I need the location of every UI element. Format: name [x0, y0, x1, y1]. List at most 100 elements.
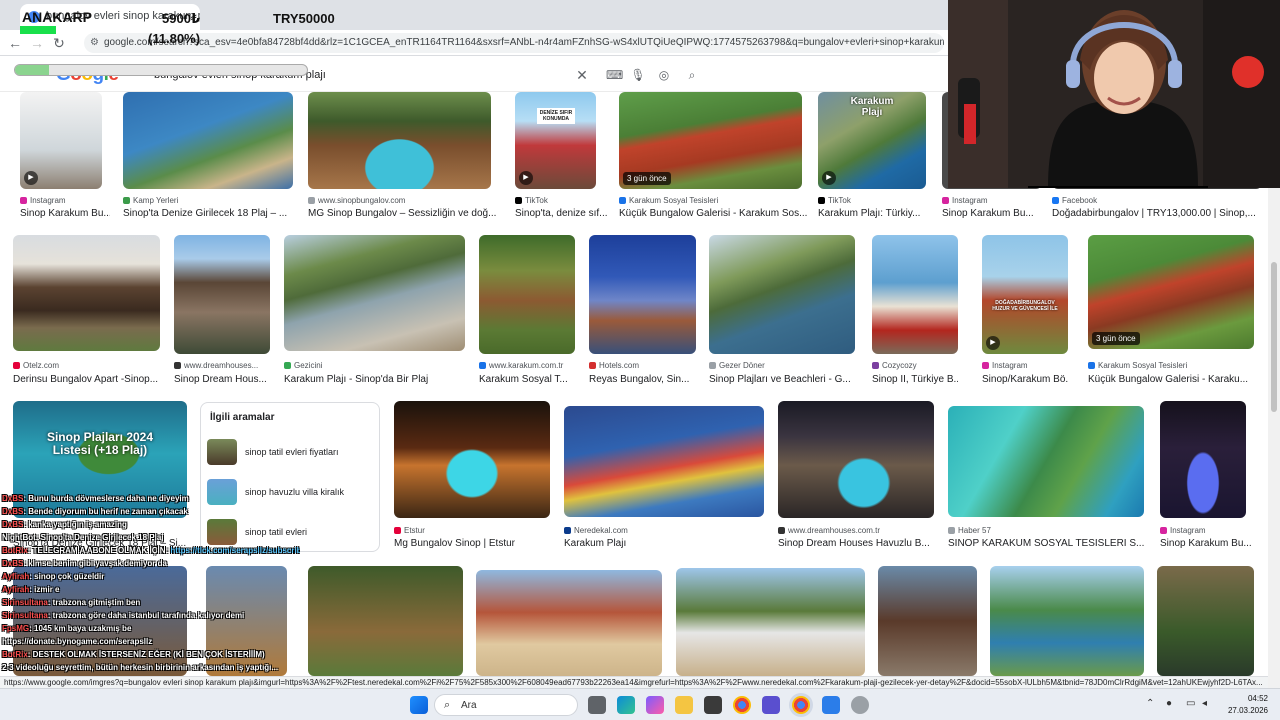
- start-icon[interactable]: [410, 696, 428, 714]
- microphone-tray-icon[interactable]: ●: [1166, 698, 1172, 709]
- taskbar-search-label: Ara: [461, 700, 477, 711]
- task-view-icon[interactable]: [588, 696, 606, 714]
- result-title[interactable]: Reyas Bungalov, Sin...: [589, 374, 696, 385]
- network-icon[interactable]: ▭: [1186, 698, 1195, 709]
- chat-message: NightBot: Sinop'ta Denize Girilecek 18 P…: [2, 533, 164, 542]
- result-thumbnail[interactable]: 3 gün önce: [1088, 235, 1254, 349]
- result-source: Gezer Döner: [719, 361, 765, 370]
- result-thumbnail[interactable]: [878, 566, 977, 676]
- result-title[interactable]: Karakum Plajı: [564, 538, 764, 549]
- result-title[interactable]: Sinop'ta, denize sıf...: [515, 208, 610, 219]
- chat-username: DxBS: [2, 494, 24, 503]
- result-thumbnail[interactable]: [284, 235, 465, 351]
- result-thumbnail[interactable]: [476, 570, 662, 676]
- store-icon[interactable]: [704, 696, 722, 714]
- search-icon: ⌕: [444, 699, 451, 711]
- result-thumbnail[interactable]: [564, 406, 764, 517]
- edge-icon[interactable]: [617, 696, 635, 714]
- result-title[interactable]: Küçük Bungalow Galerisi - Karakum Sos...: [619, 208, 809, 219]
- app-icon[interactable]: [822, 696, 840, 714]
- site-icon: [564, 527, 571, 534]
- result-title[interactable]: Küçük Bungalow Galerisi - Karaku...: [1088, 374, 1254, 385]
- overlay-percent: (11.80%): [148, 31, 201, 46]
- chat-link[interactable]: https://tlck.com/serapsllz/subscribe: [170, 546, 300, 555]
- result-title[interactable]: Sinop Dream Houses Havuzlu B...: [778, 538, 934, 549]
- settings-icon[interactable]: [851, 696, 869, 714]
- result-title[interactable]: Sinop Karakum Bu...: [942, 208, 1042, 219]
- microphone-icon[interactable]: 🎙: [630, 67, 646, 83]
- result-source: www.sinopbungalov.com: [318, 196, 406, 205]
- search-icon[interactable]: ⌕: [684, 67, 700, 83]
- copilot-icon[interactable]: [646, 696, 664, 714]
- result-thumbnail[interactable]: [308, 566, 463, 676]
- video-play-icon: ▶: [986, 336, 1000, 350]
- result-title[interactable]: Sinop'ta Denize Girilecek 18 Plaj – ...: [123, 208, 293, 219]
- chevron-up-icon[interactable]: ⌃: [1146, 698, 1154, 709]
- result-thumbnail[interactable]: [479, 235, 575, 354]
- result-title[interactable]: Sinop Karakum Bu...: [1160, 538, 1260, 549]
- result-title[interactable]: Karakum Plajı - Sinop'da Bir Plaj: [284, 374, 465, 385]
- result-thumbnail[interactable]: 3 gün önce: [619, 92, 802, 189]
- result-title[interactable]: Sinop Plajları ve Beachleri - G...: [709, 374, 855, 385]
- result-title[interactable]: MG Sinop Bungalov – Sessizliğin ve doğ..…: [308, 208, 498, 219]
- site-icon: [778, 527, 785, 534]
- chat-username: BotRix: [2, 546, 28, 555]
- chat-text: : trabzona göre daha istanbul tarafında …: [47, 611, 245, 620]
- overlay-goal-amount: TRY50000: [273, 11, 335, 26]
- clock-time: 04:52: [1247, 694, 1268, 703]
- page-scrollbar[interactable]: [1268, 188, 1280, 688]
- file-explorer-icon[interactable]: [675, 696, 693, 714]
- chrome-active-icon[interactable]: [792, 696, 810, 714]
- result-title[interactable]: Sinop Dream Hous...: [174, 374, 270, 385]
- related-search-item[interactable]: sinop tatil evleri fiyatları: [207, 439, 375, 469]
- result-title[interactable]: Karakum Plajı: Türkiy...: [818, 208, 928, 219]
- result-thumbnail[interactable]: [394, 401, 550, 518]
- related-searches-heading: İlgili aramalar: [210, 412, 275, 423]
- result-thumbnail[interactable]: Karakum Plajı ▶: [818, 92, 926, 189]
- result-thumbnail[interactable]: [308, 92, 491, 189]
- chrome-icon[interactable]: [733, 696, 751, 714]
- result-thumbnail[interactable]: [123, 92, 293, 189]
- lens-icon[interactable]: ◎: [656, 67, 672, 83]
- stream-chat: DxBS: Bunu burda dövmeslerse daha ne diy…: [0, 494, 300, 690]
- instagram-icon: [942, 197, 949, 204]
- result-thumbnail[interactable]: ▶: [20, 92, 102, 189]
- result-title[interactable]: Sinop Karakum Bu...: [20, 208, 110, 219]
- chat-text: 2-3 videoluğu seyrettim, bütün herkesin …: [2, 663, 279, 672]
- clear-icon[interactable]: ✕: [574, 67, 590, 83]
- result-thumbnail[interactable]: [1157, 566, 1254, 676]
- result-thumbnail[interactable]: [589, 235, 696, 354]
- result-title[interactable]: Doğadabirbungalov | TRY13,000.00 | Sinop…: [1052, 208, 1262, 219]
- result-thumbnail[interactable]: [990, 566, 1144, 676]
- result-thumbnail[interactable]: [709, 235, 855, 354]
- result-source: Instagram: [30, 196, 66, 205]
- chat-username: DxBS: [2, 559, 24, 568]
- result-title[interactable]: Derinsu Bungalov Apart -Sinop...: [13, 374, 160, 385]
- system-clock[interactable]: 04:52 27.03.2026: [1218, 693, 1268, 717]
- result-title[interactable]: Sinop II, Türkiye B...: [872, 374, 958, 385]
- obs-icon[interactable]: [762, 696, 780, 714]
- chat-text: : DESTEK OLMAK İSTERSENİZ EĞER (Kİ BEN Ç…: [27, 650, 265, 659]
- chat-message: DxBS: kanka yaptığın iş amazing: [2, 520, 127, 529]
- result-thumbnail[interactable]: [13, 235, 160, 351]
- thumbnail-caption: DENİZE SIFIR KONUMDA: [537, 108, 575, 124]
- result-title[interactable]: Sinop/Karakum Bö...: [982, 374, 1068, 385]
- result-thumbnail[interactable]: [174, 235, 270, 354]
- result-title[interactable]: Mg Bungalov Sinop | Etstur: [394, 538, 550, 549]
- keyboard-icon[interactable]: ⌨: [606, 67, 623, 83]
- result-thumbnail[interactable]: [676, 568, 865, 676]
- result-title[interactable]: Karakum Sosyal T...: [479, 374, 575, 385]
- taskbar-search[interactable]: ⌕ Ara: [434, 694, 578, 716]
- result-thumbnail[interactable]: DENİZE SIFIR KONUMDA ▶: [515, 92, 596, 189]
- result-thumbnail[interactable]: [948, 406, 1144, 517]
- result-thumbnail[interactable]: [1160, 401, 1246, 518]
- result-thumbnail[interactable]: DOĞADABİRBUNGALOV HUZUR VE GÜVENCESİ İLE…: [982, 235, 1068, 354]
- chat-text: : kanka yaptığın iş amazing: [23, 520, 127, 529]
- result-title[interactable]: SİNOP KARAKUM SOSYAL TESİSLERİ S...: [948, 538, 1144, 549]
- scrollbar-thumb[interactable]: [1271, 262, 1277, 412]
- chat-message: DxBS: Bende diyorum bu herif ne zaman çı…: [2, 507, 188, 516]
- result-thumbnail[interactable]: [778, 401, 934, 518]
- result-source: Etstur: [404, 526, 425, 535]
- volume-icon[interactable]: ◂: [1202, 698, 1207, 709]
- result-thumbnail[interactable]: [872, 235, 958, 354]
